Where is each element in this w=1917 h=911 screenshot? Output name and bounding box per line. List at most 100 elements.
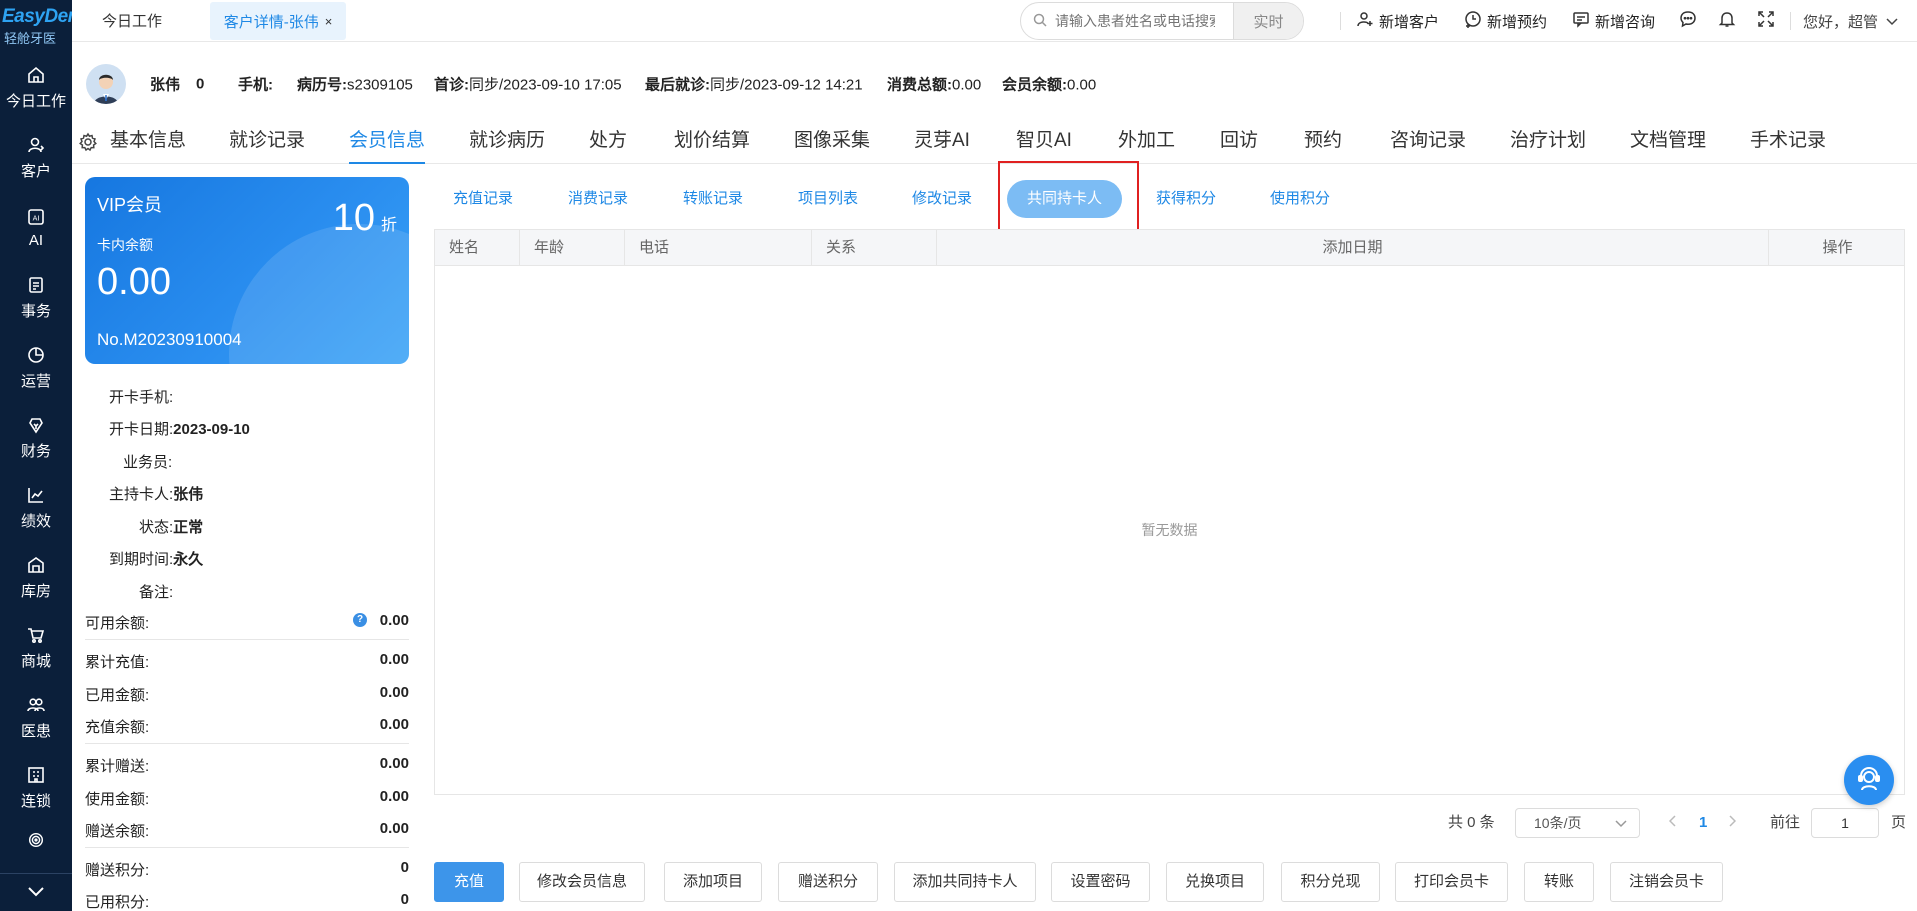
new-consult-button[interactable]: 新增咨询 bbox=[1572, 0, 1655, 42]
nav-item-operation[interactable]: 运营 bbox=[0, 332, 72, 402]
card-holder: 主持卡人:张伟 bbox=[109, 486, 204, 503]
tab-today-work[interactable]: 今日工作 bbox=[102, 10, 162, 31]
nav-item-ai[interactable]: AI AI bbox=[0, 192, 72, 262]
nav-item-today[interactable]: 今日工作 bbox=[0, 52, 72, 122]
nav-item-warehouse[interactable]: 库房 bbox=[0, 542, 72, 612]
close-icon[interactable]: × bbox=[325, 14, 333, 29]
nav-item-chain[interactable]: 连锁 bbox=[0, 752, 72, 822]
notification-button[interactable] bbox=[1718, 0, 1741, 42]
goto-page-input[interactable]: 1 bbox=[1811, 808, 1879, 838]
next-page-button[interactable] bbox=[1728, 808, 1737, 838]
assistant-button[interactable] bbox=[1844, 755, 1894, 805]
search-input[interactable] bbox=[1055, 13, 1215, 29]
subtab-transfer-records[interactable]: 转账记录 bbox=[683, 180, 743, 218]
nav-item-label: 商城 bbox=[20, 652, 51, 670]
redeem-item-button[interactable]: 兑换项目 bbox=[1166, 862, 1264, 902]
subtab-recharge-records[interactable]: 充值记录 bbox=[453, 180, 513, 218]
tab-basic-info[interactable]: 基本信息 bbox=[110, 122, 186, 164]
task-icon bbox=[25, 274, 47, 296]
column-header-relation: 关系 bbox=[812, 230, 937, 266]
tab-customer-detail[interactable]: 客户详情-张伟 × bbox=[210, 2, 346, 40]
print-card-button[interactable]: 打印会员卡 bbox=[1395, 862, 1508, 902]
nav-item-task[interactable]: 事务 bbox=[0, 262, 72, 332]
tab-outsourcing[interactable]: 外加工 bbox=[1118, 122, 1175, 164]
new-customer-button[interactable]: 新增客户 bbox=[1356, 0, 1439, 42]
left-nav: EasyDent 轻舱牙医 今日工作 客户 AI AI 事务 运营 财务 绩效 … bbox=[0, 0, 85, 911]
nav-item-finance[interactable]: 财务 bbox=[0, 402, 72, 472]
subtab-used-points[interactable]: 使用积分 bbox=[1270, 180, 1330, 218]
logo-text: EasyDent bbox=[2, 5, 85, 27]
member-discount: 10 折 bbox=[332, 197, 397, 239]
recharge-button[interactable]: 充值 bbox=[434, 862, 504, 902]
patient-info-bar: 张伟 0 手机: 病历号:s2309105 首诊:同步/2023-09-10 1… bbox=[72, 42, 1917, 126]
nav-item-label: 财务 bbox=[20, 442, 51, 460]
open-phone: 开卡手机: bbox=[109, 389, 174, 406]
warehouse-icon bbox=[25, 554, 47, 576]
salesperson: 业务员: bbox=[123, 454, 173, 471]
subtab-modify-records[interactable]: 修改记录 bbox=[912, 180, 972, 218]
search-mode-button[interactable]: 实时 bbox=[1233, 3, 1303, 39]
prev-page-button[interactable] bbox=[1668, 808, 1677, 838]
chat-button[interactable] bbox=[1679, 0, 1702, 42]
nav-item-label: 运营 bbox=[20, 372, 51, 390]
tab-appointment[interactable]: 预约 bbox=[1304, 122, 1342, 164]
search-field[interactable] bbox=[1021, 3, 1233, 39]
divider bbox=[85, 847, 409, 848]
joint-cardholders-table: 姓名 年龄 电话 关系 添加日期 操作 暂无数据 bbox=[434, 229, 1905, 795]
patient-record-no: 病历号:s2309105 bbox=[297, 76, 413, 94]
help-icon[interactable]: ? bbox=[353, 613, 367, 627]
tab-pricing-settlement[interactable]: 划价结算 bbox=[674, 122, 750, 164]
user-menu[interactable]: 您好，超管 bbox=[1803, 0, 1903, 42]
stat-used-amount: 已用金额: 0.00 bbox=[85, 684, 409, 704]
open-date: 开卡日期:2023-09-10 bbox=[109, 421, 250, 438]
nav-item-customer[interactable]: 客户 bbox=[0, 122, 72, 192]
page-size-value: 10条/页 bbox=[1534, 815, 1582, 831]
patient-phone: 手机: bbox=[238, 76, 273, 94]
page-size-select[interactable]: 10条/页 bbox=[1515, 808, 1640, 838]
cancel-card-button[interactable]: 注销会员卡 bbox=[1610, 862, 1723, 902]
subtab-item-list[interactable]: 项目列表 bbox=[798, 180, 858, 218]
patient-total-spend: 消费总额:0.00 bbox=[887, 76, 982, 94]
nav-item-target[interactable] bbox=[0, 822, 72, 862]
headset-icon bbox=[1855, 765, 1883, 796]
svg-text:AI: AI bbox=[33, 214, 40, 222]
subtab-consumption-records[interactable]: 消费记录 bbox=[568, 180, 628, 218]
tab-medical-record[interactable]: 就诊病历 bbox=[469, 122, 545, 164]
fullscreen-button[interactable] bbox=[1757, 0, 1780, 42]
subtab-earned-points[interactable]: 获得积分 bbox=[1156, 180, 1216, 218]
column-header-added-date: 添加日期 bbox=[937, 230, 1769, 266]
nav-item-label: 事务 bbox=[20, 302, 51, 320]
points-cashout-button[interactable]: 积分兑现 bbox=[1281, 862, 1380, 902]
new-appointment-button[interactable]: 新增预约 bbox=[1464, 0, 1547, 42]
nav-collapse-button[interactable] bbox=[0, 873, 72, 911]
tab-consult-records[interactable]: 咨询记录 bbox=[1390, 122, 1466, 164]
tab-image-capture[interactable]: 图像采集 bbox=[794, 122, 870, 164]
tab-lingya-ai[interactable]: 灵芽AI bbox=[914, 122, 970, 164]
tab-zhibei-ai[interactable]: 智贝AI bbox=[1016, 122, 1072, 164]
chevron-down-icon bbox=[1615, 809, 1627, 837]
nav-item-label: 今日工作 bbox=[5, 92, 66, 110]
tab-surgery-records[interactable]: 手术记录 bbox=[1750, 122, 1826, 164]
transfer-button[interactable]: 转账 bbox=[1524, 862, 1594, 902]
gift-points-button[interactable]: 赠送积分 bbox=[778, 862, 878, 902]
tab-member-info[interactable]: 会员信息 bbox=[349, 122, 426, 164]
nav-item-doctor-patient[interactable]: 医患 bbox=[0, 682, 72, 752]
stat-total-gift: 累计赠送: 0.00 bbox=[85, 755, 409, 775]
patient-name: 张伟 bbox=[150, 76, 181, 94]
set-password-button[interactable]: 设置密码 bbox=[1051, 862, 1150, 902]
nav-item-performance[interactable]: 绩效 bbox=[0, 472, 72, 542]
add-item-button[interactable]: 添加项目 bbox=[664, 862, 762, 902]
page-number-current[interactable]: 1 bbox=[1699, 808, 1707, 838]
nav-item-mall[interactable]: 商城 bbox=[0, 612, 72, 682]
patient-search: 实时 bbox=[1020, 2, 1304, 40]
home-icon bbox=[25, 64, 47, 86]
message-icon bbox=[1572, 10, 1595, 32]
tab-follow-up[interactable]: 回访 bbox=[1220, 122, 1258, 164]
edit-member-button[interactable]: 修改会员信息 bbox=[519, 862, 645, 902]
gear-icon[interactable] bbox=[78, 132, 98, 155]
add-joint-cardholder-button[interactable]: 添加共同持卡人 bbox=[894, 862, 1036, 902]
tab-prescription[interactable]: 处方 bbox=[589, 122, 627, 164]
tab-visit-records[interactable]: 就诊记录 bbox=[229, 122, 305, 164]
tab-treatment-plan[interactable]: 治疗计划 bbox=[1510, 122, 1586, 164]
tab-document-management[interactable]: 文档管理 bbox=[1630, 122, 1706, 164]
